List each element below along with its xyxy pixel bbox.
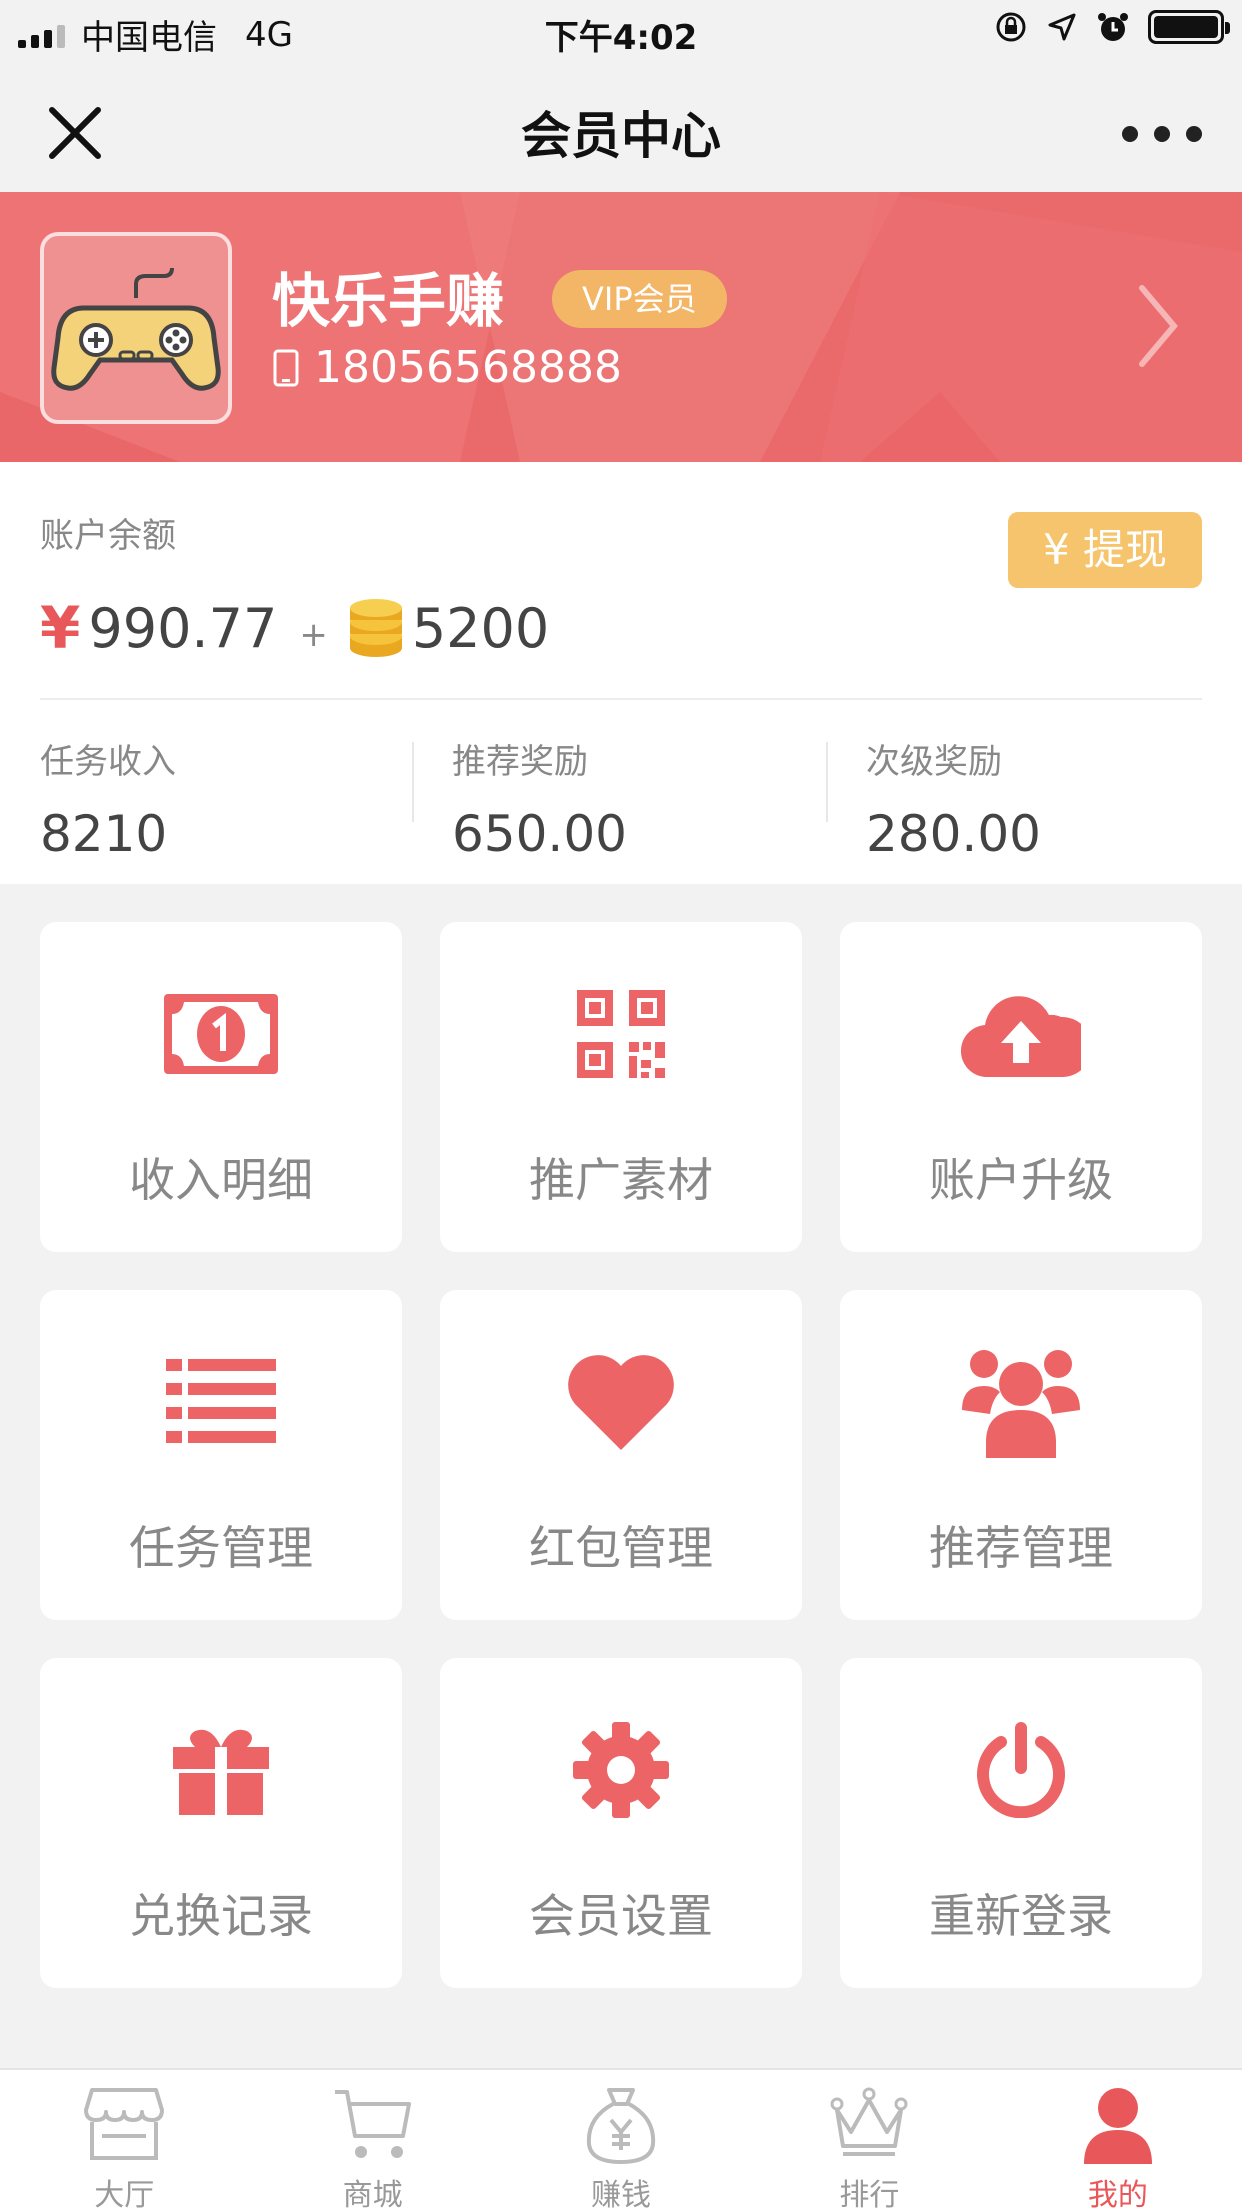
crown-icon: [830, 2087, 908, 2156]
alarm-icon: [1098, 13, 1128, 41]
cloud-upload-icon: [961, 996, 1081, 1077]
username: 快乐手赚: [272, 267, 505, 335]
stat-separator: [412, 742, 414, 822]
stat-separator: [826, 742, 828, 822]
stat-label: 任务收入: [40, 742, 176, 782]
heart-icon: [568, 1355, 674, 1450]
coin-amount: 5200: [411, 596, 550, 660]
balance-card: 账户余额 ¥ 提现 ¥ 990.77 + 5200 任务收入 8210 推荐奖励…: [0, 462, 1242, 884]
gamepad-icon: [51, 267, 221, 391]
mobile-phone-icon: [273, 349, 299, 386]
more-menu-icon[interactable]: [1122, 114, 1202, 154]
stat-value: 650.00: [452, 805, 627, 863]
menu-relogin[interactable]: 重新登录: [840, 1658, 1202, 1988]
menu-label: 红包管理: [529, 1521, 713, 1575]
currency-symbol: ¥: [40, 594, 81, 662]
menu-label: 推荐管理: [929, 1521, 1113, 1575]
gift-icon: [173, 1729, 269, 1815]
divider: [40, 698, 1202, 700]
avatar[interactable]: [40, 232, 232, 424]
store-icon: [84, 2088, 165, 2160]
menu-redpacket-management[interactable]: 红包管理: [440, 1290, 802, 1620]
location-icon: [1048, 13, 1076, 41]
balance-label: 账户余额: [40, 516, 176, 556]
tab-earn[interactable]: 赚钱: [497, 2070, 745, 2208]
stat-task-income: 任务收入 8210: [40, 734, 176, 863]
qrcode-icon: [577, 990, 665, 1078]
menu-exchange-records[interactable]: 兑换记录: [40, 1658, 402, 1988]
menu-label: 收入明细: [129, 1153, 313, 1207]
stat-label: 次级奖励: [866, 742, 1002, 782]
gear-icon: [573, 1722, 669, 1818]
stat-value: 280.00: [866, 805, 1041, 863]
menu-account-upgrade[interactable]: 账户升级: [840, 922, 1202, 1252]
menu-referral-management[interactable]: 推荐管理: [840, 1290, 1202, 1620]
menu-income-details[interactable]: 收入明细: [40, 922, 402, 1252]
list-icon: [166, 1359, 276, 1443]
tab-lobby[interactable]: 大厅: [0, 2070, 248, 2208]
stat-value: 8210: [40, 805, 168, 863]
tab-label: 大厅: [94, 2178, 155, 2208]
battery-icon: [1148, 10, 1230, 44]
profile-banner[interactable]: 快乐手赚 VIP会员 18056568888: [0, 192, 1242, 462]
menu-task-management[interactable]: 任务管理: [40, 1290, 402, 1620]
menu-promo-materials[interactable]: 推广素材: [440, 922, 802, 1252]
users-icon: [962, 1350, 1080, 1458]
tab-mine[interactable]: 我的: [994, 2070, 1242, 2208]
menu-label: 重新登录: [929, 1889, 1113, 1943]
plus-sign: +: [299, 615, 328, 655]
withdraw-button[interactable]: ¥ 提现: [1008, 512, 1202, 588]
chevron-right-icon[interactable]: [1134, 276, 1184, 376]
menu-label: 兑换记录: [129, 1889, 313, 1943]
coins-icon: [349, 599, 402, 657]
page-title: 会员中心: [521, 107, 721, 165]
tab-mall[interactable]: 商城: [248, 2070, 496, 2208]
balance-amount: 990.77: [88, 596, 278, 660]
menu-member-settings[interactable]: 会员设置: [440, 1658, 802, 1988]
user-icon: [1083, 2088, 1152, 2164]
phone-number: 18056568888: [314, 342, 622, 393]
tab-label: 商城: [342, 2178, 403, 2208]
power-icon: [977, 1722, 1065, 1818]
nav-bar: 会员中心: [0, 62, 1242, 192]
phone-row: 18056568888: [272, 342, 622, 393]
menu-label: 推广素材: [529, 1153, 713, 1207]
menu-label: 会员设置: [529, 1889, 713, 1943]
menu-label: 任务管理: [129, 1521, 313, 1575]
tab-label: 排行: [839, 2178, 900, 2208]
tab-ranking[interactable]: 排行: [745, 2070, 993, 2208]
stat-secondary-reward: 次级奖励 280.00: [866, 734, 1041, 863]
menu-label: 账户升级: [929, 1153, 1113, 1207]
money-bill-icon: [164, 994, 278, 1074]
tab-bar: 大厅 商城 赚钱 排行 我的: [0, 2068, 1242, 2208]
money-bag-icon: [586, 2088, 656, 2165]
tab-label: 我的: [1087, 2178, 1148, 2208]
status-bar: 中国电信 4G 下午4:02: [0, 0, 1242, 62]
vip-badge: VIP会员: [552, 270, 727, 328]
balance-row: ¥ 990.77 + 5200: [40, 588, 549, 668]
rotation-lock-icon: [996, 12, 1026, 42]
cart-icon: [334, 2090, 411, 2158]
stat-referral-reward: 推荐奖励 650.00: [452, 734, 627, 863]
tab-label: 赚钱: [591, 2178, 652, 2208]
stat-label: 推荐奖励: [452, 742, 588, 782]
